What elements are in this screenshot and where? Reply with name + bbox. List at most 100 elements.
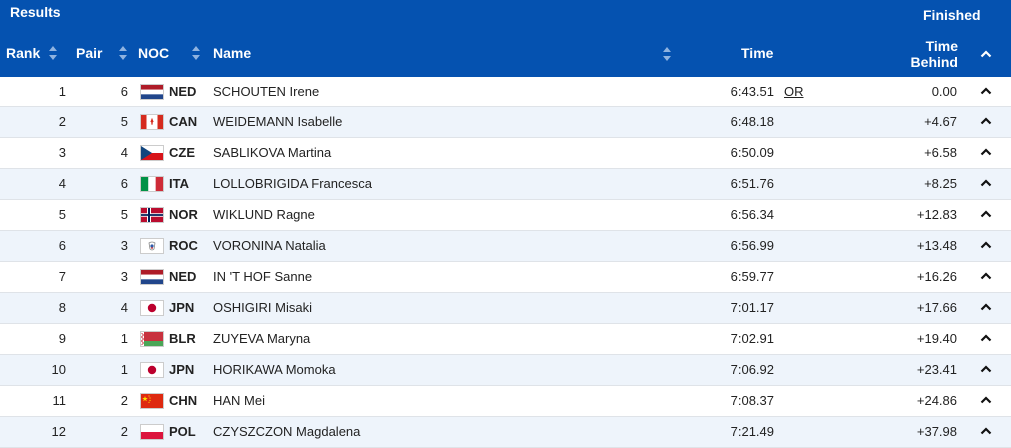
flag-icon <box>140 176 164 192</box>
column-label-rank: Rank <box>6 45 41 61</box>
table-row[interactable]: 9 1 BLR ZUYEVA Maryna 7:02.91 +19.40 <box>0 324 1011 355</box>
noc-cell: CHN <box>169 393 198 408</box>
flag-icon <box>140 393 164 409</box>
table-row[interactable]: 3 4 CZE SABLIKOVA Martina 6:50.09 +6.58 <box>0 138 1011 169</box>
pair-cell: 2 <box>120 424 128 439</box>
table-row[interactable]: 11 2 CHN HAN Mei 7:08.37 +24.86 <box>0 386 1011 417</box>
column-header-time-behind[interactable]: Time Behind <box>908 38 958 70</box>
chevron-up-icon[interactable] <box>980 147 992 159</box>
time-behind-cell: +4.67 <box>924 114 957 129</box>
pair-cell: 1 <box>120 331 128 346</box>
pair-cell: 5 <box>120 114 128 129</box>
table-row[interactable]: 2 5 CAN WEIDEMANN Isabelle 6:48.18 +4.67 <box>0 107 1011 138</box>
flag-icon <box>140 238 164 254</box>
results-table: 1 6 NED SCHOUTEN Irene 6:43.51 OR 0.00 2… <box>0 77 1011 448</box>
column-header-rank[interactable]: Rank <box>6 45 58 61</box>
athlete-name[interactable]: LOLLOBRIGIDA Francesca <box>213 169 372 199</box>
time-behind-cell: +17.66 <box>916 300 957 315</box>
pair-cell: 5 <box>120 207 128 222</box>
chevron-up-icon[interactable] <box>980 302 992 314</box>
table-row[interactable]: 10 1 JPN HORIKAWA Momoka 7:06.92 +23.41 <box>0 355 1011 386</box>
column-header-time[interactable]: Time <box>741 45 773 61</box>
rank-cell: 10 <box>51 362 66 377</box>
column-header-pair[interactable]: Pair <box>76 45 128 61</box>
chevron-up-icon[interactable] <box>980 364 992 376</box>
chevron-up-icon[interactable] <box>980 240 992 252</box>
time-behind-cell: +12.83 <box>916 207 957 222</box>
athlete-name[interactable]: HAN Mei <box>213 386 265 416</box>
sort-icon[interactable] <box>662 46 672 62</box>
rank-cell: 6 <box>58 238 66 253</box>
time-cell: 7:06.92 <box>730 362 774 377</box>
time-cell: 6:51.76 <box>730 176 774 191</box>
flag-icon <box>140 84 164 100</box>
time-behind-cell: 0.00 <box>931 84 957 99</box>
athlete-name[interactable]: HORIKAWA Momoka <box>213 355 336 385</box>
rank-cell: 4 <box>58 176 66 191</box>
chevron-up-icon[interactable] <box>980 271 992 283</box>
sort-icon[interactable] <box>118 45 128 61</box>
chevron-up-icon[interactable] <box>980 178 992 190</box>
table-row[interactable]: 5 5 NOR WIKLUND Ragne 6:56.34 +12.83 <box>0 200 1011 231</box>
pair-cell: 2 <box>120 393 128 408</box>
athlete-name[interactable]: ZUYEVA Maryna <box>213 324 310 354</box>
column-header-name[interactable]: Name <box>213 45 251 61</box>
athlete-name[interactable]: SCHOUTEN Irene <box>213 77 319 107</box>
column-label-time-behind-line1: Time <box>925 38 958 54</box>
rank-cell: 3 <box>58 145 66 160</box>
athlete-name[interactable]: WIKLUND Ragne <box>213 200 315 230</box>
athlete-name[interactable]: VORONINA Natalia <box>213 231 326 261</box>
time-cell: 6:50.09 <box>730 145 774 160</box>
rank-cell: 11 <box>52 393 67 408</box>
column-label-time-behind-line2: Behind <box>910 54 958 70</box>
table-row[interactable]: 6 3 ROC VORONINA Natalia 6:56.99 +13.48 <box>0 231 1011 262</box>
noc-cell: JPN <box>169 300 195 315</box>
column-header-noc[interactable]: NOC <box>138 45 201 61</box>
chevron-up-icon[interactable] <box>980 209 992 221</box>
rank-cell: 7 <box>58 269 66 284</box>
noc-cell: BLR <box>169 331 196 346</box>
chevron-up-icon[interactable] <box>980 426 992 438</box>
time-cell: 6:48.18 <box>730 114 774 129</box>
table-row[interactable]: 7 3 NED IN 'T HOF Sanne 6:59.77 +16.26 <box>0 262 1011 293</box>
time-cell: 6:56.99 <box>730 238 774 253</box>
chevron-up-icon[interactable] <box>980 116 992 128</box>
noc-cell: POL <box>169 424 196 439</box>
table-row[interactable]: 8 4 JPN OSHIGIRI Misaki 7:01.17 +17.66 <box>0 293 1011 324</box>
table-row[interactable]: 4 6 ITA LOLLOBRIGIDA Francesca 6:51.76 +… <box>0 169 1011 200</box>
record-badge[interactable]: OR <box>784 77 804 107</box>
sort-icon[interactable] <box>48 45 58 61</box>
table-row[interactable]: 1 6 NED SCHOUTEN Irene 6:43.51 OR 0.00 <box>0 77 1011 107</box>
sort-icon[interactable] <box>191 45 201 61</box>
chevron-up-icon[interactable] <box>980 86 992 98</box>
athlete-name[interactable]: IN 'T HOF Sanne <box>213 262 312 292</box>
noc-cell: CAN <box>169 114 198 129</box>
collapse-all-icon[interactable] <box>980 46 992 64</box>
athlete-name[interactable]: WEIDEMANN Isabelle <box>213 107 342 137</box>
time-cell: 6:59.77 <box>730 269 774 284</box>
pair-cell: 3 <box>120 238 128 253</box>
pair-cell: 6 <box>120 84 128 99</box>
flag-icon <box>140 114 164 130</box>
noc-cell: NED <box>169 84 197 99</box>
noc-cell: ITA <box>169 176 189 191</box>
column-label-noc: NOC <box>138 45 170 61</box>
time-cell: 7:01.17 <box>730 300 774 315</box>
column-label-pair: Pair <box>76 45 103 61</box>
pair-cell: 4 <box>120 300 128 315</box>
athlete-name[interactable]: OSHIGIRI Misaki <box>213 293 312 323</box>
rank-cell: 1 <box>58 84 66 99</box>
chevron-up-icon[interactable] <box>980 395 992 407</box>
table-row[interactable]: 12 2 POL CZYSZCZON Magdalena 7:21.49 +37… <box>0 417 1011 448</box>
time-behind-cell: +8.25 <box>924 176 957 191</box>
athlete-name[interactable]: CZYSZCZON Magdalena <box>213 417 360 447</box>
results-header: Results Finished Rank Pair NOC Name Time… <box>0 0 1011 77</box>
flag-icon <box>140 331 164 347</box>
time-behind-cell: +16.26 <box>916 269 957 284</box>
chevron-up-icon[interactable] <box>980 333 992 345</box>
pair-cell: 3 <box>120 269 128 284</box>
time-behind-cell: +19.40 <box>916 331 957 346</box>
athlete-name[interactable]: SABLIKOVA Martina <box>213 138 331 168</box>
flag-icon <box>140 300 164 316</box>
results-title: Results <box>10 4 61 20</box>
